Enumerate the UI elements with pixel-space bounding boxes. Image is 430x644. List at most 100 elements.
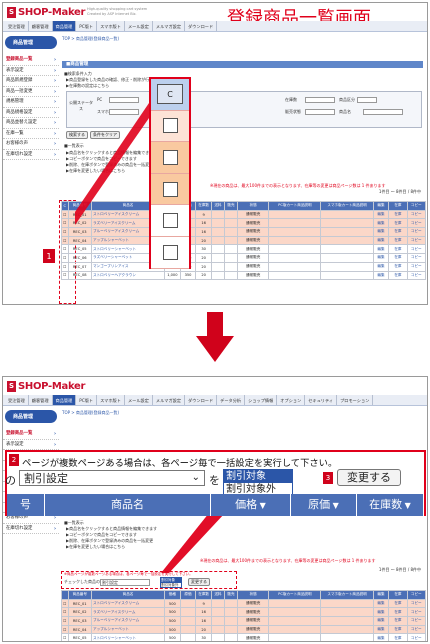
row-checkbox[interactable] [162,213,178,229]
row-checkbox[interactable] [162,181,178,197]
table-cell[interactable]: 在庫 [388,616,408,626]
table-cell[interactable]: 在庫 [388,261,408,272]
nav-tab[interactable]: データ分析 [217,395,246,405]
column-header[interactable]: 価格 [164,590,181,600]
table-cell[interactable]: 在庫 [388,218,408,229]
column-header[interactable]: 在庫数 [195,201,212,211]
stock-input[interactable] [305,97,335,103]
nav-tab[interactable]: 受注管理 [5,21,29,31]
nav-tab[interactable]: 商品管理 [52,395,77,405]
column-header[interactable]: PC版カート商品説明 [268,201,322,211]
table-cell[interactable]: コピー [406,209,426,220]
search-button[interactable]: 検索する [66,131,88,139]
sidebar-item[interactable]: 商品新規登録 › [3,76,59,87]
zoom-options[interactable]: 割引対象 割引対象外 [223,469,293,497]
table-cell[interactable]: コピー [406,598,426,609]
table-cell[interactable]: コピー [406,261,426,272]
nav-tab[interactable]: スマホ版ト [97,395,125,405]
sidebar-item[interactable]: 表示設定 › [3,440,59,450]
table-cell[interactable]: ストロベリーヘアクラウン [90,270,166,281]
table-cell[interactable]: コピー [406,616,426,626]
column-header[interactable]: 在庫 [388,590,408,600]
category-select[interactable] [357,97,377,103]
brand-input[interactable] [363,109,403,115]
sidebar-item[interactable]: 商品一括変更 › [3,87,59,97]
nav-tab[interactable]: ショップ情報 [245,395,278,405]
nav-tab[interactable]: メール設定 [125,21,153,31]
nav-tab[interactable]: 受注管理 [5,395,29,405]
table-cell[interactable]: 在庫 [388,253,408,263]
bulk-change-button[interactable]: 変更する [188,578,210,586]
table-cell[interactable]: 編集 [372,607,390,618]
table-cell[interactable]: 在庫 [388,598,408,609]
bulk-options[interactable]: 割引対象 割引対象外 [160,577,182,588]
table-cell[interactable]: コピー [406,227,426,237]
sidebar-category[interactable]: 商品管理 [5,410,57,423]
nav-tab[interactable]: オプション [277,395,306,405]
bulk-select[interactable]: 割引設定 [100,579,150,586]
column-header[interactable]: 販売 [223,590,239,600]
column-header[interactable]: PC版カート商品説明 [268,590,322,600]
sidebar-item[interactable]: 規格管理 › [3,97,59,108]
sidebar-category[interactable]: 商品管理 [5,36,57,49]
table-cell[interactable]: コピー [406,633,426,641]
sidebar-item[interactable]: 商品並替え設定 › [3,118,59,129]
column-header[interactable]: 原価 [179,590,197,600]
row-checkbox[interactable] [162,118,178,134]
table-cell[interactable]: 編集 [372,227,390,237]
table-cell[interactable]: ラズベリーアイスクリーム [90,607,166,618]
nav-tab[interactable]: セキュリティ [305,395,338,405]
table-cell[interactable]: 在庫 [388,633,408,641]
nav-tab[interactable]: ダウンロード [185,395,218,405]
sort-down-icon[interactable]: ▼ [257,501,266,510]
pc-select[interactable] [109,97,139,103]
nav-tab[interactable]: プロモーション [337,395,374,405]
table-cell[interactable]: 在庫 [388,209,408,220]
column-header[interactable]: 商品名 [90,590,166,600]
sidebar-item[interactable]: 表示設定 › [3,66,59,76]
table-cell[interactable]: コピー [406,607,426,618]
table-cell[interactable]: 在庫 [388,227,408,237]
reset-button[interactable]: 条件をクリア [90,131,120,139]
table-cell[interactable]: 編集 [372,261,390,272]
table-cell[interactable]: 在庫 [388,244,408,255]
table-cell[interactable]: 編集 [372,218,390,229]
table-cell[interactable]: 編集 [372,209,390,220]
zoom-column-header[interactable]: 価格 ▼ [211,494,291,516]
column-header[interactable]: 送料 [210,590,225,600]
table-cell[interactable]: 編集 [372,598,390,609]
sort-down-icon[interactable]: ▼ [402,501,411,510]
sort-down-icon[interactable]: ▼ [330,501,339,510]
column-header[interactable]: 状態 [237,590,270,600]
table-cell[interactable]: 編集 [372,244,390,255]
nav-tab[interactable]: ダウンロード [185,21,218,31]
zoom-column-header[interactable]: 号 [7,494,45,516]
column-header[interactable]: スマホ版カート商品説明 [320,201,374,211]
zoom-column-header[interactable]: 原価 ▼ [291,494,357,516]
table-cell[interactable]: ストロベリーシャーベット [90,633,166,641]
column-header[interactable]: 編集 [372,201,390,211]
sidebar-item[interactable]: 在庫切れ設定 › [3,150,59,160]
nav-tab[interactable]: スマホ版ト [97,21,125,31]
column-header[interactable]: 編集 [372,590,390,600]
sidebar-item[interactable]: 在庫切れ設定 › [3,524,59,534]
column-header[interactable]: 在庫数 [195,590,212,600]
kind-select[interactable] [305,109,335,115]
nav-tab[interactable]: メルマガ設定 [153,395,186,405]
column-header[interactable]: スマホ版カート商品説明 [320,590,374,600]
table-cell[interactable]: 在庫 [388,607,408,618]
column-header[interactable]: 送料 [210,201,225,211]
bulk-option-2[interactable]: 割引対象外 [161,583,181,588]
zoom-column-header[interactable]: 在庫数 ▼ [357,494,424,516]
table-cell[interactable]: 編集 [372,624,390,635]
table-cell[interactable]: 編集 [372,633,390,641]
table-cell[interactable]: コピー [406,253,426,263]
table-cell[interactable]: コピー [406,270,426,281]
nav-tab[interactable]: 顧客管理 [29,21,53,31]
table-cell[interactable]: コピー [406,218,426,229]
table-cell[interactable]: コピー [406,244,426,255]
column-header[interactable]: 商品番号 [67,201,92,211]
table-cell[interactable]: 在庫 [388,270,408,281]
sidebar-item[interactable]: お客様の声 › [3,139,59,150]
select-all-checkbox[interactable]: C [157,84,183,105]
